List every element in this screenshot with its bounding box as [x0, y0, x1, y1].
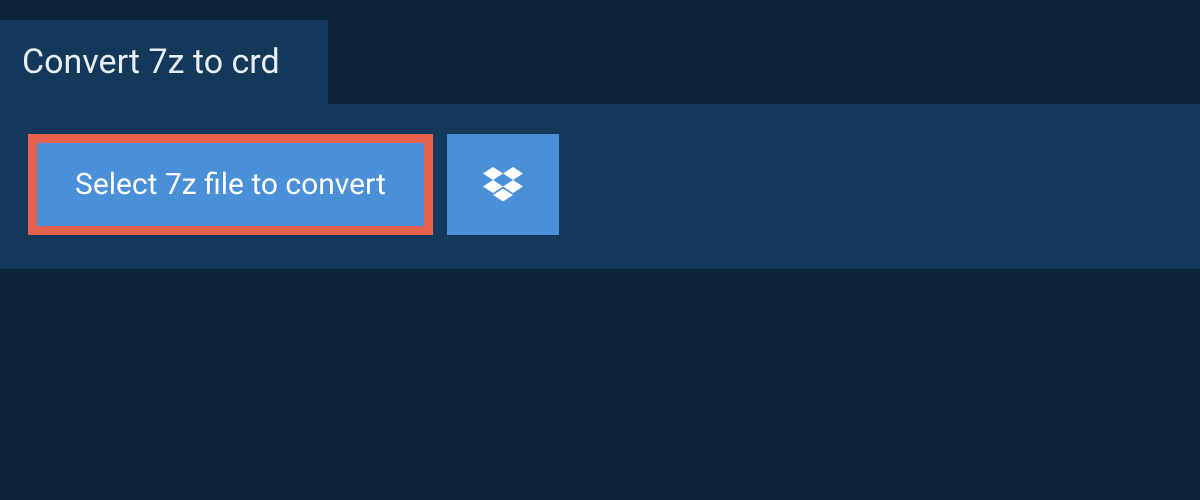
content-panel: Select 7z file to convert [0, 104, 1200, 269]
tab-header: Convert 7z to crd [0, 20, 328, 104]
page-title: Convert 7z to crd [22, 42, 280, 82]
select-file-label: Select 7z file to convert [75, 167, 386, 202]
select-file-button[interactable]: Select 7z file to convert [28, 134, 433, 235]
dropbox-icon [483, 167, 523, 203]
dropbox-button[interactable] [447, 134, 559, 235]
